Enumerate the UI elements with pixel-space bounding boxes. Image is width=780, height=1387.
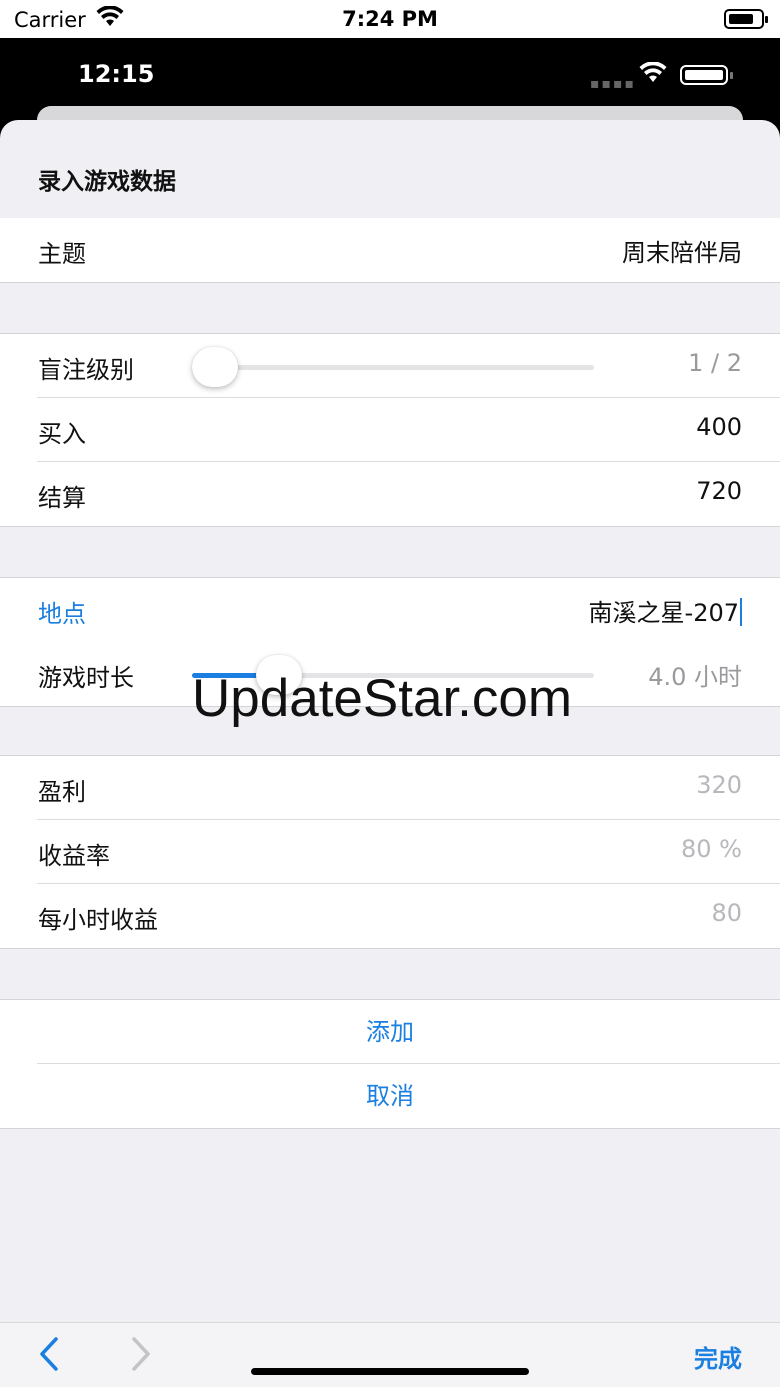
blind-level-label: 盲注级别	[38, 356, 134, 384]
hourly-profit-row: 每小时收益 80	[0, 884, 780, 948]
divider	[0, 948, 780, 949]
hourly-profit-label: 每小时收益	[38, 906, 158, 934]
home-indicator	[251, 1368, 529, 1375]
location-label: 地点	[38, 600, 86, 628]
add-button[interactable]: 添加	[0, 1000, 780, 1064]
system-status-bar: Carrier 7:24 PM	[0, 0, 780, 38]
theme-value[interactable]: 周末陪伴局	[622, 233, 742, 268]
return-rate-value: 80 %	[681, 835, 742, 863]
done-button[interactable]: 完成	[694, 1339, 742, 1374]
duration-value: 4.0 小时	[648, 663, 742, 691]
blind-level-row: 盲注级别 1 / 2	[0, 334, 780, 398]
theme-label: 主题	[38, 240, 86, 268]
hourly-profit-value: 80	[711, 899, 742, 927]
location-row[interactable]: 地点 南溪之星-207	[0, 578, 780, 642]
chevron-right-icon[interactable]	[128, 1335, 154, 1377]
settle-label: 结算	[38, 484, 86, 512]
blind-level-slider[interactable]	[192, 365, 594, 370]
return-rate-label: 收益率	[38, 842, 110, 870]
profit-row: 盈利 320	[0, 756, 780, 820]
settle-row[interactable]: 结算 720	[0, 462, 780, 526]
settle-value[interactable]: 720	[696, 477, 742, 505]
device-time: 12:15	[78, 60, 155, 88]
chevron-left-icon[interactable]	[36, 1335, 62, 1377]
wifi-icon	[638, 61, 668, 88]
duration-label: 游戏时长	[38, 664, 134, 692]
divider	[0, 526, 780, 527]
sheet-title: 录入游戏数据	[38, 169, 176, 195]
divider	[0, 1128, 780, 1129]
profit-value: 320	[696, 771, 742, 799]
cancel-button[interactable]: 取消	[0, 1064, 780, 1128]
buyin-label: 买入	[38, 420, 86, 448]
location-value: 南溪之星-207	[588, 599, 739, 627]
buyin-row[interactable]: 买入 400	[0, 398, 780, 462]
entry-sheet: 录入游戏数据 主题 周末陪伴局 盲注级别 1 / 2 买入 400 结算 720…	[0, 120, 780, 1387]
divider	[0, 282, 780, 283]
blind-level-slider-thumb[interactable]	[192, 347, 238, 387]
theme-row[interactable]: 主题 周末陪伴局	[0, 218, 780, 282]
system-time: 7:24 PM	[342, 7, 438, 31]
keyboard-toolbar: 完成	[0, 1322, 780, 1387]
location-input[interactable]: 南溪之星-207	[589, 593, 742, 628]
blind-level-value: 1 / 2	[688, 349, 742, 377]
battery-icon	[680, 65, 733, 85]
text-cursor	[740, 598, 742, 626]
watermark: UpdateStar.com	[192, 669, 573, 728]
buyin-value[interactable]: 400	[696, 413, 742, 441]
signal-icon: ▪▪▪▪	[590, 76, 636, 92]
battery-icon	[724, 9, 768, 29]
return-rate-row: 收益率 80 %	[0, 820, 780, 884]
profit-label: 盈利	[38, 778, 86, 806]
